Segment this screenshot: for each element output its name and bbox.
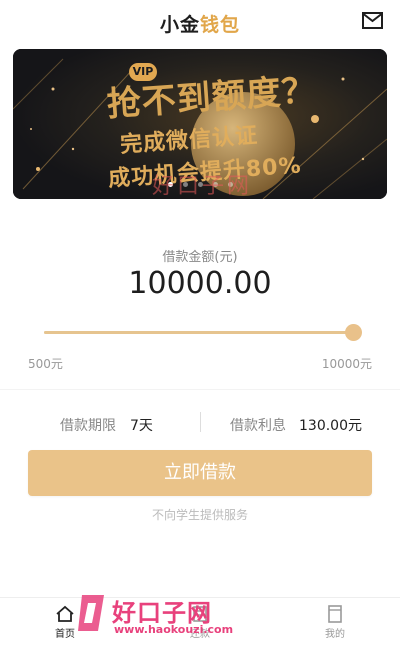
mail-icon[interactable] [362, 12, 383, 29]
amount-slider[interactable] [44, 324, 362, 342]
tab-home[interactable]: 首页 [25, 598, 105, 648]
slider-thumb[interactable] [345, 324, 362, 341]
profile-icon [328, 605, 342, 623]
amount-min-label: 500元 [28, 357, 63, 371]
no-students-notice: 不向学生提供服务 [151, 508, 248, 522]
section-divider [0, 389, 400, 390]
tab-repay-label: 还款 [190, 629, 210, 640]
home-icon [56, 605, 74, 622]
borrow-now-button[interactable]: 立即借款 [28, 450, 372, 496]
tab-mine[interactable]: 我的 [295, 598, 375, 648]
tab-mine-label: 我的 [325, 629, 345, 640]
app-title-part1: 小金 [159, 14, 200, 36]
bottom-tab-bar: 首页 还款 我的 [0, 597, 400, 648]
banner-watermark: 好口子网 [152, 174, 253, 199]
slider-fill [44, 331, 354, 334]
app-header: 小金钱包 [0, 0, 400, 44]
term-value[interactable]: 7天 [130, 415, 153, 435]
interest-label: 借款利息 [230, 418, 286, 434]
term-label: 借款期限 [60, 418, 116, 434]
app-title: 小金钱包 [0, 10, 400, 37]
app-title-part2: 钱包 [200, 14, 241, 36]
amount-label: 借款金额(元) [162, 250, 238, 265]
info-separator [200, 412, 201, 432]
amount-value: 10000.00 [128, 266, 272, 301]
repay-icon [193, 606, 207, 622]
amount-max-label: 10000元 [321, 357, 372, 371]
interest-value: 130.00元 [299, 418, 362, 434]
tab-repay[interactable]: 还款 [160, 598, 240, 648]
tab-home-label: 首页 [55, 629, 75, 640]
